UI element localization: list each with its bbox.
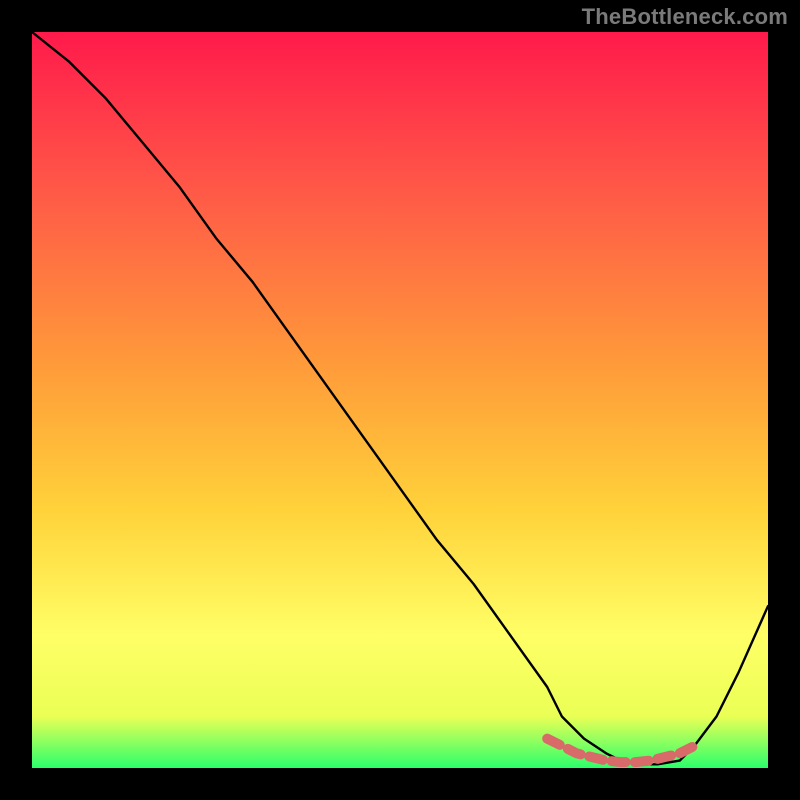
watermark-text: TheBottleneck.com bbox=[582, 4, 788, 30]
chart-frame: TheBottleneck.com bbox=[0, 0, 800, 800]
chart-svg bbox=[32, 32, 768, 768]
plot-area bbox=[32, 32, 768, 768]
